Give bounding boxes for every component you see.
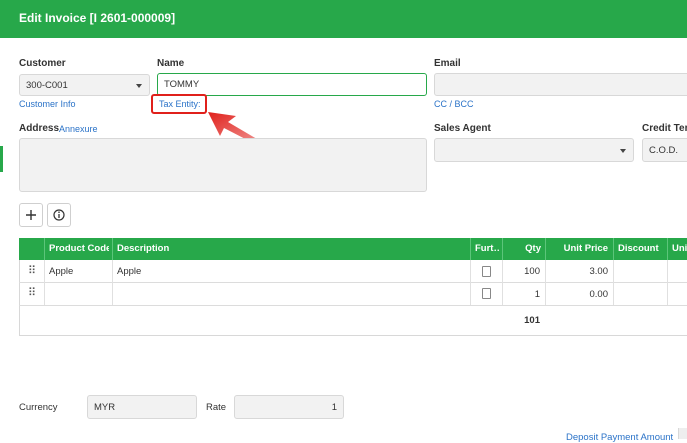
rate-label: Rate [206, 402, 227, 413]
column-divider [502, 260, 503, 305]
chevron-down-icon [620, 149, 626, 153]
col-unit-price[interactable]: Unit Price [548, 238, 608, 260]
page-title: Edit Invoice [I 2601-000009] [19, 11, 176, 25]
row-divider [19, 282, 687, 283]
info-button[interactable] [47, 203, 71, 227]
drag-handle-icon[interactable]: ⠿ [28, 266, 36, 277]
col-qty[interactable]: Qty [504, 238, 541, 260]
sales-agent-label: Sales Agent [434, 123, 491, 134]
header-divider [667, 238, 668, 260]
col-unit[interactable]: Unit [672, 238, 687, 260]
plus-icon [26, 210, 36, 220]
name-input[interactable]: TOMMY [157, 73, 427, 96]
row1-unit-price[interactable]: 3.00 [548, 266, 609, 277]
row2-unit-price[interactable]: 0.00 [548, 289, 609, 300]
column-divider [112, 260, 113, 305]
rate-value: 1 [331, 402, 337, 413]
customer-value: 300-C001 [26, 80, 68, 91]
column-divider [470, 260, 471, 305]
name-label: Name [157, 58, 185, 69]
clipboard-icon[interactable] [482, 288, 491, 299]
email-input[interactable] [434, 73, 687, 96]
header-divider [502, 238, 503, 260]
sales-agent-select[interactable] [434, 138, 634, 162]
column-divider [613, 260, 614, 305]
row1-product-code[interactable]: Apple [49, 266, 73, 277]
name-value: TOMMY [164, 79, 200, 90]
column-divider [667, 260, 668, 305]
cc-bcc-link[interactable]: CC / BCC [434, 99, 474, 109]
highlight-box [151, 94, 207, 114]
credit-term-select[interactable]: C.O.D. [642, 138, 687, 162]
row2-qty[interactable]: 1 [504, 289, 540, 300]
col-description[interactable]: Description [117, 238, 457, 260]
col-further[interactable]: Furt… [475, 238, 500, 260]
header-divider [44, 238, 45, 260]
chevron-down-icon [136, 84, 142, 88]
col-product-code[interactable]: Product Code [49, 238, 109, 260]
header-divider [112, 238, 113, 260]
address-label: Address [19, 123, 60, 134]
deposit-payment-link[interactable]: Deposit Payment Amount [566, 432, 673, 443]
header-divider [545, 238, 546, 260]
credit-term-label: Credit Term [642, 123, 687, 134]
currency-label: Currency [19, 402, 58, 413]
customer-info-link[interactable]: Customer Info [19, 99, 76, 109]
address-textarea[interactable] [19, 138, 427, 192]
column-divider [545, 260, 546, 305]
email-label: Email [434, 58, 461, 69]
currency-value: MYR [94, 402, 116, 413]
annexure-link[interactable]: Annexure [59, 124, 98, 134]
header-divider [613, 238, 614, 260]
add-row-button[interactable] [19, 203, 43, 227]
total-qty: 101 [524, 315, 540, 326]
row1-qty[interactable]: 100 [504, 266, 540, 277]
customer-select[interactable]: 300-C001 [19, 74, 150, 96]
rate-input[interactable]: 1 [234, 395, 344, 419]
header-divider [470, 238, 471, 260]
info-icon [53, 209, 65, 221]
drag-handle-icon[interactable]: ⠿ [28, 288, 36, 299]
deposit-input[interactable] [678, 428, 687, 439]
column-divider [44, 260, 45, 305]
credit-term-value: C.O.D. [649, 145, 679, 156]
clipboard-icon[interactable] [482, 266, 491, 277]
col-discount[interactable]: Discount [618, 238, 668, 260]
row-divider [19, 305, 687, 306]
currency-input[interactable]: MYR [87, 395, 197, 419]
customer-label: Customer [19, 58, 66, 69]
row1-description[interactable]: Apple [117, 266, 141, 277]
side-tab-indicator [0, 146, 3, 172]
